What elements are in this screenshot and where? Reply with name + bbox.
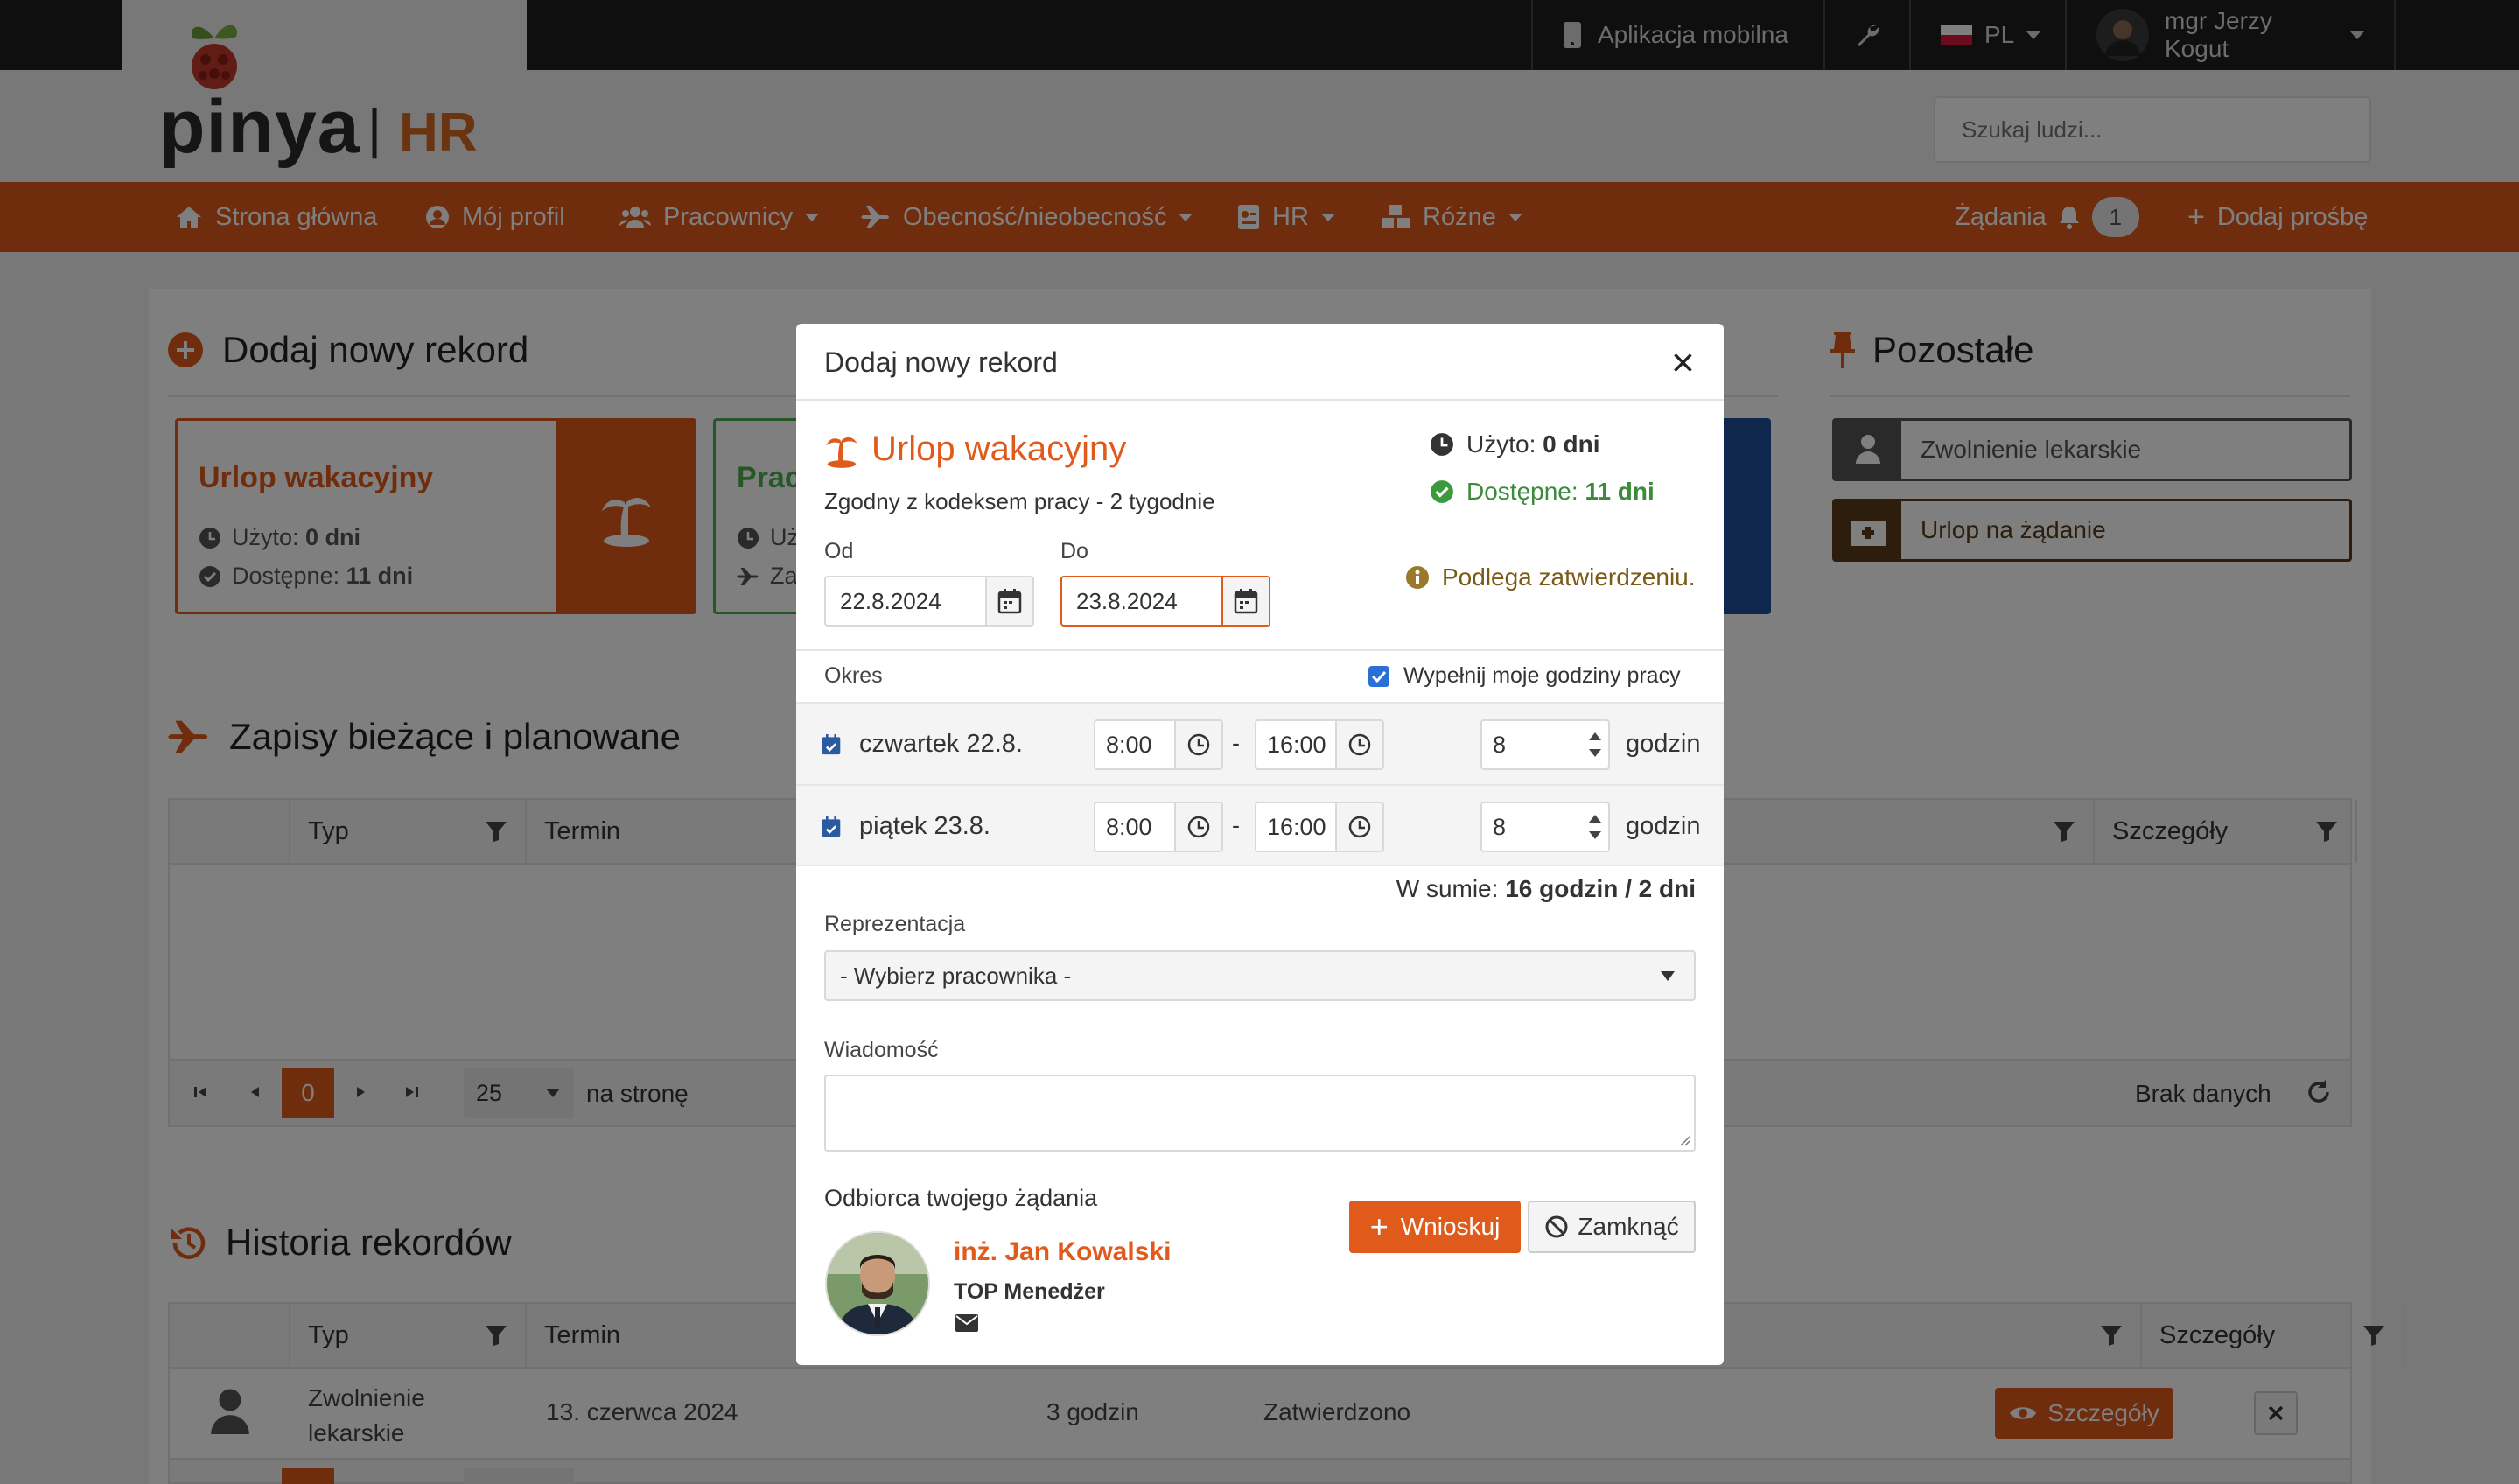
info-circle-icon <box>1405 565 1430 590</box>
clock-icon[interactable] <box>1335 803 1382 850</box>
available-days: Dostępne: 11 dni <box>1430 478 1655 506</box>
clock-icon[interactable] <box>1174 803 1221 850</box>
calendar-icon[interactable] <box>1221 578 1269 625</box>
add-record-modal: Dodaj nowy rekord × Urlop wakacyjny Zgod… <box>796 324 1724 1365</box>
fill-hours-label: Wypełnij moje godziny pracy <box>1403 663 1681 688</box>
hours-unit: godzin <box>1626 812 1701 840</box>
avail-value: 11 dni <box>1585 478 1655 505</box>
end-time-input[interactable]: 16:00 <box>1255 719 1384 770</box>
from-date-input[interactable]: 22.8.2024 <box>824 576 1034 626</box>
checkbox-checked-icon[interactable] <box>1368 665 1389 687</box>
check-circle-icon <box>1430 480 1454 504</box>
envelope-icon[interactable] <box>955 1314 978 1332</box>
increment-icon[interactable] <box>1589 732 1601 740</box>
plus-icon: + <box>1369 1208 1389 1244</box>
clock-icon <box>1430 432 1454 457</box>
to-date-input[interactable]: 23.8.2024 <box>1060 576 1270 626</box>
message-textarea[interactable] <box>824 1074 1696 1152</box>
period-label: Okres <box>824 663 883 688</box>
modal-header-divider <box>796 399 1724 401</box>
end-time-value: 16:00 <box>1267 731 1326 758</box>
start-time-value: 8:00 <box>1106 731 1152 758</box>
leave-type-heading: Urlop wakacyjny <box>824 429 1126 469</box>
calendar-check-icon <box>821 816 842 838</box>
hours-stepper[interactable]: 8 <box>1480 719 1610 770</box>
day-row: czwartek 22.8. 8:00 - 16:00 8 godzin <box>796 702 1724 784</box>
start-time-input[interactable]: 8:00 <box>1094 719 1223 770</box>
to-label: Do <box>1060 539 1088 564</box>
recipient-label: Odbiorca twojego żądania <box>824 1185 1098 1211</box>
cancel-button[interactable]: Zamknąć <box>1528 1200 1696 1253</box>
day-row: piątek 23.8. 8:00 - 16:00 8 godzin <box>796 784 1724 866</box>
from-label: Od <box>824 539 854 564</box>
leave-description: Zgodny z kodeksem pracy - 2 tygodnie <box>824 488 1215 514</box>
leave-type-title: Urlop wakacyjny <box>871 429 1127 468</box>
total-label: W sumie: <box>1396 875 1499 902</box>
modal-close-button[interactable]: × <box>1671 338 1695 387</box>
calendar-check-icon <box>821 733 842 756</box>
stepper-arrows[interactable] <box>1582 803 1608 850</box>
start-time-input[interactable]: 8:00 <box>1094 802 1223 852</box>
decrement-icon[interactable] <box>1589 749 1601 757</box>
calendar-icon[interactable] <box>985 578 1032 625</box>
hours-stepper[interactable]: 8 <box>1480 802 1610 852</box>
message-label: Wiadomość <box>824 1038 939 1062</box>
day-label: czwartek 22.8. <box>859 730 1023 758</box>
to-date-value: 23.8.2024 <box>1076 587 1178 614</box>
total-value: 16 godzin / 2 dni <box>1505 875 1696 902</box>
time-separator: - <box>1232 812 1240 838</box>
recipient-role: TOP Menedżer <box>954 1279 1105 1304</box>
decrement-icon[interactable] <box>1589 831 1601 839</box>
day-label: piątek 23.8. <box>859 812 990 840</box>
recipient-avatar <box>824 1230 931 1337</box>
submit-button[interactable]: + Wnioskuj <box>1349 1200 1521 1253</box>
avail-label: Dostępne: <box>1466 478 1578 505</box>
clock-icon[interactable] <box>1174 721 1221 768</box>
period-divider <box>796 649 1724 651</box>
stepper-arrows[interactable] <box>1582 721 1608 768</box>
start-time-value: 8:00 <box>1106 813 1152 840</box>
recipient-name[interactable]: inż. Jan Kowalski <box>954 1237 1171 1267</box>
representation-value: - Wybierz pracownika - <box>840 962 1072 989</box>
cancel-label: Zamknąć <box>1578 1213 1679 1240</box>
increment-icon[interactable] <box>1589 815 1601 822</box>
hours-unit: godzin <box>1626 730 1701 758</box>
used-days: Użyto: 0 dni <box>1430 430 1599 458</box>
total-summary: W sumie: 16 godzin / 2 dni <box>796 875 1696 903</box>
chevron-down-icon <box>1661 970 1675 981</box>
ban-icon <box>1544 1214 1569 1239</box>
hours-value: 8 <box>1493 731 1507 758</box>
used-label: Użyto: <box>1466 430 1536 458</box>
end-time-input[interactable]: 16:00 <box>1255 802 1384 852</box>
umbrella-beach-icon <box>824 429 859 469</box>
used-value: 0 dni <box>1543 430 1600 458</box>
time-separator: - <box>1232 730 1240 756</box>
representation-label: Reprezentacja <box>824 912 966 936</box>
approval-note-text: Podlega zatwierdzeniu. <box>1442 564 1696 591</box>
end-time-value: 16:00 <box>1267 813 1326 840</box>
submit-label: Wnioskuj <box>1400 1213 1501 1240</box>
hours-value: 8 <box>1493 813 1507 840</box>
representation-select[interactable]: - Wybierz pracownika - <box>824 950 1696 1001</box>
resize-handle-icon[interactable] <box>1678 1134 1690 1146</box>
clock-icon[interactable] <box>1335 721 1382 768</box>
fill-hours-checkbox[interactable]: Wypełnij moje godziny pracy <box>1368 663 1681 689</box>
modal-title: Dodaj nowy rekord <box>824 346 1058 378</box>
approval-note: Podlega zatwierdzeniu. <box>1405 564 1696 592</box>
from-date-value: 22.8.2024 <box>840 587 941 614</box>
